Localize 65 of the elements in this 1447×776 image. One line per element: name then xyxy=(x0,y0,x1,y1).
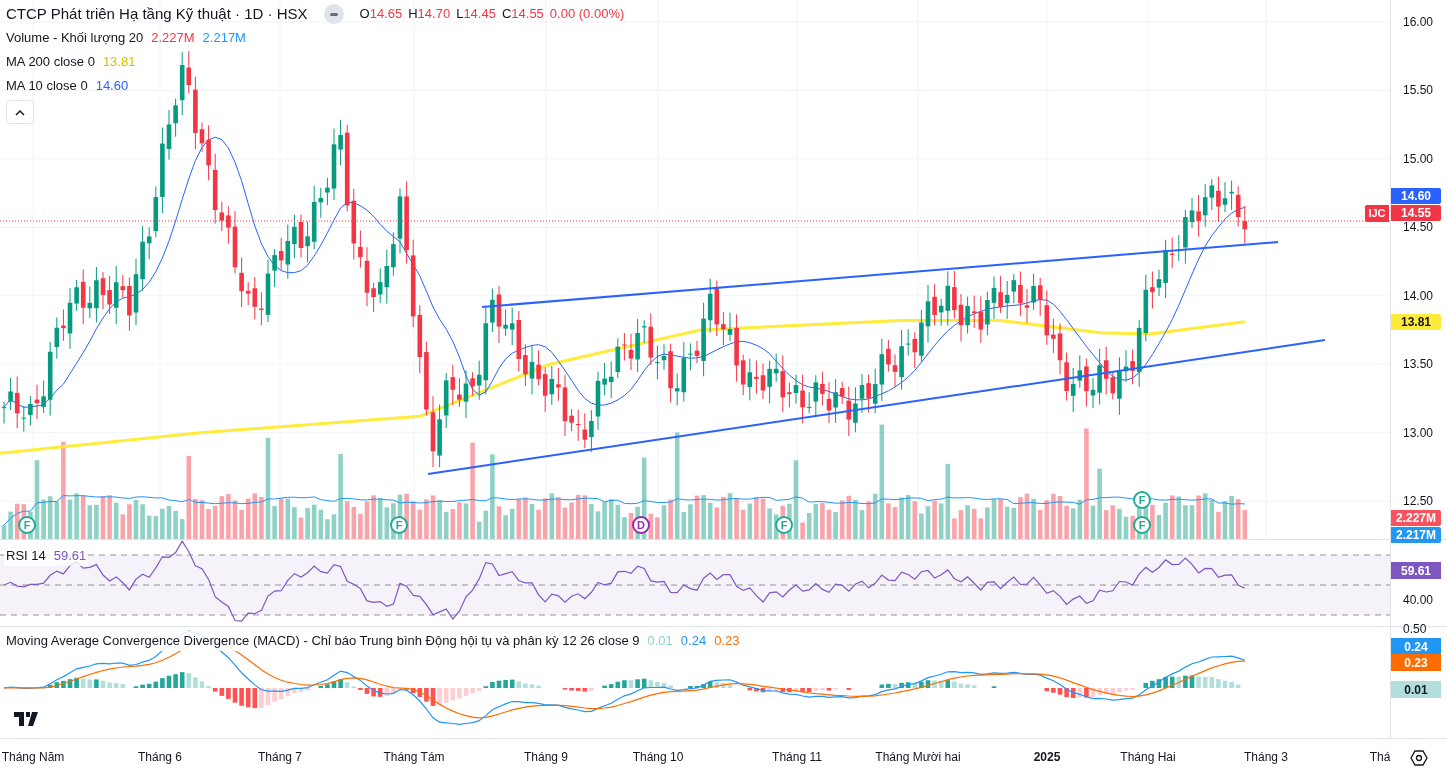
price-tag: 0.01 xyxy=(1391,681,1441,698)
time-axis-label: Tháng 7 xyxy=(258,751,302,763)
ohlc-label: L xyxy=(456,5,464,24)
time-axis-label: Tháng Mười hai xyxy=(875,751,961,763)
indicator-name: MA 10 close 0 xyxy=(6,77,88,96)
ohlc-value: 14.70 xyxy=(417,5,451,24)
price-tag: 14.55 xyxy=(1391,205,1441,221)
ohlc-label: H xyxy=(408,5,418,24)
indicator-value: 13.81 xyxy=(102,53,136,72)
event-marker[interactable]: F xyxy=(775,516,793,534)
ohlc-value: 14.55 xyxy=(511,5,544,24)
event-marker[interactable]: F xyxy=(1133,516,1151,534)
collapse-icon[interactable] xyxy=(323,4,344,24)
event-marker[interactable]: F xyxy=(18,516,36,534)
time-axis-label: Tháng Tám xyxy=(383,751,445,763)
chevron-up-icon xyxy=(15,108,25,116)
indicator-value: 2.227M xyxy=(151,29,195,48)
price-tag: 13.81 xyxy=(1391,314,1441,330)
price-axis-label: 40.00 xyxy=(1403,594,1434,606)
price-axis-label: 16.00 xyxy=(1403,16,1434,28)
logo-icon xyxy=(14,712,40,726)
indicator-name: Volume - Khối lượng 20 xyxy=(6,29,144,48)
ohlc-label: C xyxy=(501,5,512,24)
price-change: 0.00 (0.00%) xyxy=(549,5,625,24)
time-axis-label: Tháng 10 xyxy=(632,751,684,763)
indicator-name: Moving Average Convergence Divergence (MACD) - Chỉ báo Trung bình Động hội tụ và phân kỳ 12 26 close 9 xyxy=(6,632,640,650)
price-axis-label: 12.50 xyxy=(1403,495,1434,508)
time-axis-label: Tháng Hai xyxy=(1120,751,1176,763)
price-axis-label: 14.00 xyxy=(1403,289,1434,302)
price-tag: 0.23 xyxy=(1391,654,1441,671)
price-axis-label: 15.50 xyxy=(1403,84,1434,97)
price-tag: 59.61 xyxy=(1391,562,1441,579)
indicator-value: 2.217M xyxy=(202,29,246,48)
time-axis-label: Tháng Năm xyxy=(1,751,65,763)
settings-icon[interactable] xyxy=(1409,748,1428,767)
time-axis-label: Tháng 6 xyxy=(138,751,182,763)
price-axis-label: 14.50 xyxy=(1403,221,1434,234)
price-axis-label: 13.00 xyxy=(1403,426,1434,439)
ohlc-label: O xyxy=(359,5,370,24)
time-axis-label: Thá xyxy=(1369,751,1391,763)
chart-title: CTCP Phát triên Hạ tầng Kỹ thuật · 1D · HSX xyxy=(6,3,308,24)
event-marker[interactable]: D xyxy=(632,516,650,534)
indicator-value: 14.60 xyxy=(95,77,129,96)
price-tag: 2.227M xyxy=(1391,510,1441,526)
price-tag: 2.217M xyxy=(1391,527,1441,543)
ohlc-value: 14.65 xyxy=(369,5,403,24)
indicator-value: 0.01 xyxy=(647,632,673,650)
price-axis-label: 13.50 xyxy=(1403,358,1434,371)
time-axis-label: Tháng 3 xyxy=(1244,751,1288,763)
symbol-tag: IJC xyxy=(1365,205,1389,222)
time-axis-label: Tháng 9 xyxy=(524,751,568,763)
indicator-value: 0.24 xyxy=(680,632,707,650)
indicator-name: RSI 14 xyxy=(6,547,46,565)
event-marker[interactable]: F xyxy=(390,516,408,534)
indicator-value: 59.61 xyxy=(53,547,87,565)
collapse-button[interactable] xyxy=(6,100,34,124)
time-axis-label: Tháng 11 xyxy=(772,751,822,763)
ohlc-value: 14.45 xyxy=(463,5,496,24)
indicator-value: 0.23 xyxy=(714,632,740,650)
event-marker[interactable]: F xyxy=(1133,491,1151,509)
time-axis-label: 2025 xyxy=(1033,751,1061,763)
indicator-name: MA 200 close 0 xyxy=(6,53,95,72)
price-axis-label: 0.50 xyxy=(1403,623,1427,635)
price-tag: 14.60 xyxy=(1391,188,1441,204)
price-axis-label: 15.00 xyxy=(1403,152,1434,165)
